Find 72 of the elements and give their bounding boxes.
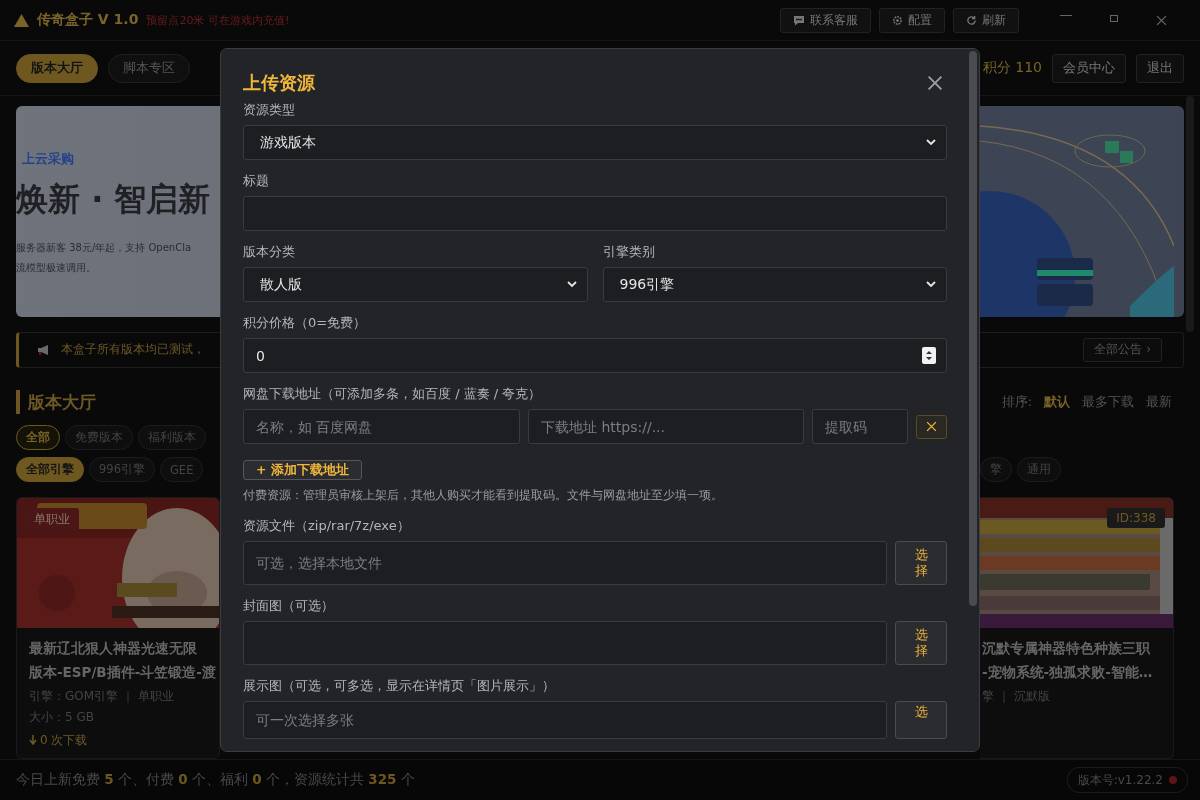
choose-button[interactable]: 选 — [895, 701, 947, 739]
spinner-icon[interactable] — [922, 347, 936, 365]
card-title: 沉默专属神器特色种族三职 -宠物系统-独孤求败-智能… — [981, 639, 1154, 682]
add-link-button[interactable]: + 添加下载地址 — [243, 460, 362, 480]
field-label: 封面图（可选） — [243, 597, 335, 615]
sort-option[interactable]: 最多下载 — [1082, 393, 1134, 411]
input-field[interactable]: 可选，选择本地文件 — [243, 541, 887, 585]
input-field[interactable] — [243, 621, 887, 665]
nav-tab[interactable]: 脚本专区 — [108, 53, 190, 83]
maximize-icon[interactable] — [1110, 14, 1118, 22]
input-field[interactable]: 名称，如 百度网盘 — [243, 409, 520, 445]
close-icon — [1156, 14, 1167, 26]
field-label: 展示图（可选，可多选，显示在详情页「图片展示」） — [243, 677, 556, 695]
minimize-icon[interactable] — [1060, 14, 1072, 17]
gear-icon — [892, 14, 903, 26]
download-icon — [29, 735, 37, 746]
megaphone-icon — [37, 343, 51, 356]
filter-chip[interactable]: 全部 — [16, 425, 60, 450]
nav-button[interactable]: 退出 — [1136, 53, 1184, 83]
select-field[interactable]: 散人版 — [243, 267, 588, 303]
chat-icon — [793, 14, 805, 26]
chevron-icon — [926, 281, 936, 289]
notice-text: 本盒子所有版本均已测试， — [61, 341, 205, 359]
select-field[interactable]: 996引擎 — [602, 267, 947, 303]
hint-text: 付费资源：管理员审核上架后，其他人购买才能看到提取码。文件与网盘地址至少填一项。 — [243, 488, 724, 503]
banner-text: 服务器新客 38元/年起，支持 OpenCla — [16, 241, 193, 255]
sort-label: 排序: — [1001, 393, 1032, 411]
choose-button[interactable]: 选择 — [895, 541, 947, 585]
notice-text: 预留点20米 可在游戏内充值! — [146, 12, 290, 28]
input-field[interactable]: 下载地址 https://... — [528, 409, 804, 445]
close-icon — [926, 421, 937, 433]
dialog-title: 上传资源 — [243, 71, 315, 96]
chevron-icon — [566, 281, 577, 289]
close-icon — [927, 75, 943, 92]
sort-option[interactable]: 默认 — [1044, 393, 1070, 411]
field-label: 资源类型 — [243, 101, 296, 120]
field-label: 资源文件（zip/rar/7z/exe） — [243, 517, 411, 535]
banner-text: 流模型极速调用。 — [16, 261, 97, 275]
download-count: 0 次下载 — [40, 732, 88, 749]
number-field[interactable]: 0 — [243, 338, 947, 374]
toolbar-button[interactable]: 联系客服 — [780, 7, 871, 33]
toolbar-button[interactable]: 刷新 — [953, 7, 1019, 33]
banner-headline: 焕新 · 智启新 — [16, 179, 212, 220]
field-label: 引擎类别 — [602, 243, 656, 262]
field-label: 积分价格（0=免费） — [243, 314, 368, 333]
field-label: 版本分类 — [243, 243, 296, 262]
filter-chip[interactable]: 全部引擎 — [16, 457, 84, 482]
section-title: 版本大厅 — [16, 390, 96, 415]
nav-tab[interactable]: 版本大厅 — [16, 53, 98, 83]
choose-button[interactable]: 选择 — [895, 621, 947, 665]
toolbar-button[interactable]: 配置 — [879, 7, 945, 33]
input-field[interactable]: 提取码 — [812, 409, 908, 445]
scrollbar[interactable] — [969, 51, 977, 606]
chevron-icon — [926, 139, 936, 147]
id-badge: ID:338 — [1107, 508, 1165, 528]
remove-button[interactable] — [916, 414, 947, 439]
field-label: 标题 — [243, 172, 270, 191]
field-label: 网盘下载地址（可添加多条，如百度 / 蓝奏 / 夸克） — [243, 385, 543, 404]
refresh-icon — [966, 14, 977, 26]
select-field[interactable]: 游戏版本 — [243, 125, 947, 161]
banner-brand: 上云采购 — [22, 150, 75, 168]
app-title: 传奇盒子 V 1.0 — [37, 11, 139, 29]
nav-button[interactable]: 会员中心 — [1052, 53, 1126, 83]
points-text: 积分 110 — [982, 59, 1042, 77]
category-badge: 单职业 — [25, 508, 79, 531]
input-field[interactable]: 可一次选择多张 — [243, 701, 887, 739]
card-title: 最新辽北狠人神器光速无限 版本-ESP/B插件-斗笠锻造-渡 — [28, 639, 217, 682]
all-notices-button[interactable]: 全部公告 › — [1083, 337, 1162, 362]
sort-option[interactable]: 最新 — [1146, 393, 1172, 411]
input-field[interactable] — [243, 196, 947, 232]
version-badge: 版本号:v1.22.2 — [1066, 767, 1188, 793]
logo-icon — [14, 13, 29, 27]
